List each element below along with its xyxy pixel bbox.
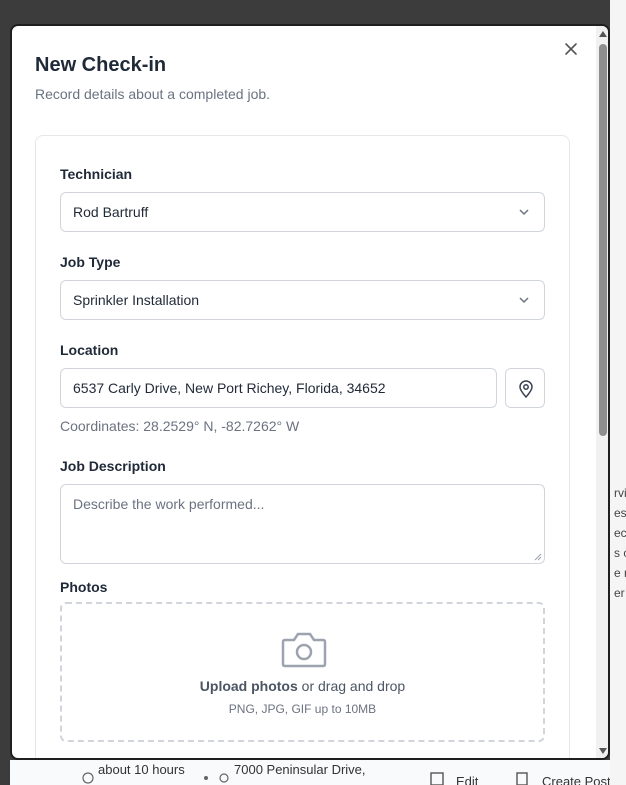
job-type-label: Job Type (60, 254, 121, 270)
technician-value: Rod Bartruff (73, 204, 149, 220)
document-icon (516, 772, 528, 785)
upload-hint: PNG, JPG, GIF up to 10MB (228, 702, 377, 716)
job-type-select[interactable]: Sprinkler Installation (60, 280, 545, 320)
upload-instructions: Upload photos or drag and drop (62, 678, 543, 694)
dot-separator-icon (204, 776, 208, 780)
close-icon[interactable] (563, 41, 579, 57)
chevron-down-icon (519, 297, 529, 304)
modal-scrollbar[interactable] (596, 26, 608, 758)
background-text: ec (614, 526, 626, 540)
background-page-bottom: about 10 hours 7000 Peninsular Drive, Ed… (10, 760, 610, 785)
scroll-up-arrow-icon[interactable] (599, 31, 607, 37)
background-time: about 10 hours (98, 762, 185, 777)
checkin-form-card: Technician Rod Bartruff Job Type Sprinkl… (35, 135, 570, 758)
modal-title: New Check-in (35, 54, 167, 76)
job-description-label: Job Description (60, 458, 166, 474)
job-description-placeholder: Describe the work performed... (73, 496, 265, 512)
upload-photos-link[interactable]: Upload photos (200, 678, 298, 694)
background-text: s c (614, 546, 626, 560)
edit-link[interactable]: Edit (456, 774, 478, 785)
background-address: 7000 Peninsular Drive, (234, 762, 366, 777)
background-text: rvi (614, 486, 626, 500)
scroll-down-arrow-icon[interactable] (599, 748, 607, 754)
location-label: Location (60, 342, 119, 358)
edit-icon (430, 772, 444, 785)
location-input[interactable]: 6537 Carly Drive, New Port Richey, Flori… (60, 368, 497, 408)
resize-handle-icon[interactable] (534, 553, 542, 561)
job-type-value: Sprinkler Installation (73, 292, 200, 308)
camera-icon (281, 632, 327, 668)
background-page-right: rvi es ec s c e r er (610, 0, 626, 785)
job-description-textarea[interactable]: Describe the work performed... (60, 484, 545, 564)
chevron-down-icon (519, 209, 529, 216)
clock-icon (82, 772, 94, 784)
technician-select[interactable]: Rod Bartruff (60, 192, 545, 232)
technician-label: Technician (60, 166, 133, 182)
modal-subtitle: Record details about a completed job. (35, 86, 271, 102)
photo-dropzone[interactable]: Upload photos or drag and drop PNG, JPG,… (60, 602, 545, 742)
new-checkin-modal: New Check-in Record details about a comp… (10, 24, 610, 760)
map-pin-icon (519, 380, 533, 398)
coordinates-text: Coordinates: 28.2529° N, -82.7262° W (60, 418, 300, 434)
upload-drag-text: or drag and drop (301, 678, 406, 694)
background-text: e r (614, 566, 626, 580)
background-text: es (614, 506, 626, 520)
scroll-thumb[interactable] (599, 44, 607, 436)
use-location-button[interactable] (505, 368, 545, 408)
photos-label: Photos (60, 579, 108, 595)
create-post-link[interactable]: Create Post (542, 774, 610, 785)
background-text: er (614, 586, 625, 600)
map-pin-icon (219, 773, 229, 783)
location-value: 6537 Carly Drive, New Port Richey, Flori… (73, 380, 386, 396)
